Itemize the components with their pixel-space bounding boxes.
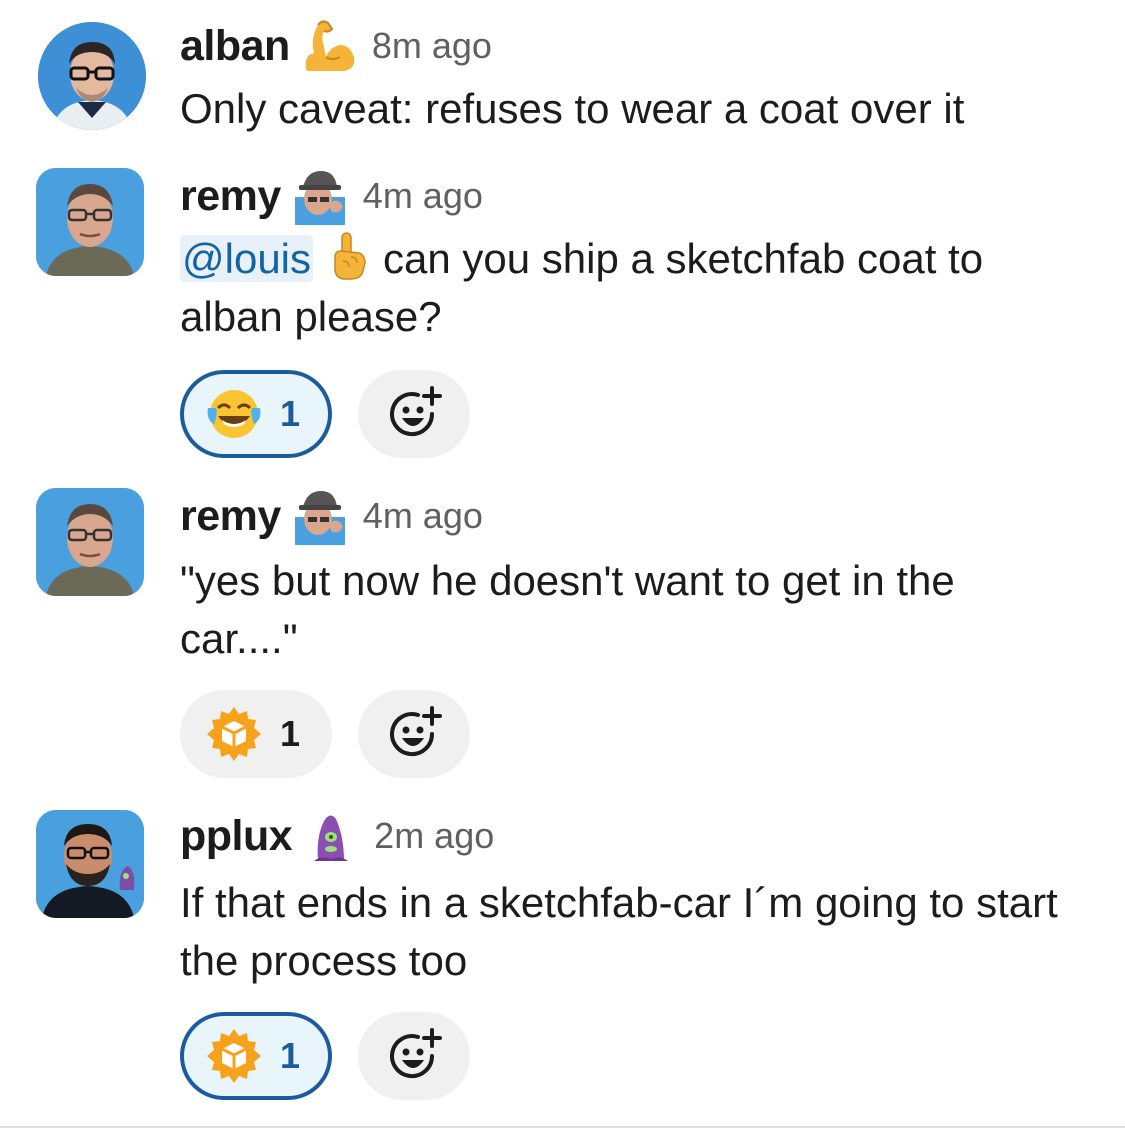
message-header: remy 4m ago — [180, 487, 483, 545]
reaction-sketchfab[interactable]: 1 — [180, 690, 332, 778]
message-text: @louis can you ship a sketchfab coat to … — [180, 230, 1080, 346]
custom-face-icon — [291, 167, 349, 225]
avatar-remy[interactable] — [36, 488, 144, 596]
add-reaction-icon — [390, 386, 442, 437]
custom-face-icon — [291, 487, 349, 545]
avatar-pplux[interactable] — [36, 810, 144, 918]
timestamp[interactable]: 2m ago — [374, 815, 494, 857]
message-text: "yes but now he doesn't want to get in t… — [180, 557, 955, 662]
sketchfab-logo-icon — [204, 704, 264, 764]
reaction-bar: 1 — [180, 690, 470, 778]
reaction-count: 1 — [280, 713, 301, 754]
reaction-joy[interactable]: 1 — [180, 370, 332, 458]
add-reaction-button[interactable] — [358, 370, 470, 458]
flexed-biceps-icon — [300, 17, 358, 75]
username[interactable]: remy — [180, 492, 281, 541]
avatar-remy[interactable] — [36, 168, 144, 276]
timestamp[interactable]: 4m ago — [363, 495, 483, 537]
mention-louis[interactable]: @louis — [180, 235, 314, 282]
message-header: remy 4m ago — [180, 167, 483, 225]
timestamp[interactable]: 4m ago — [363, 175, 483, 217]
add-reaction-icon — [390, 1028, 442, 1079]
reaction-bar: 1 — [180, 370, 470, 458]
message-text: Only caveat: refuses to wear a coat over… — [180, 85, 965, 132]
reaction-count: 1 — [280, 393, 301, 434]
add-reaction-button[interactable] — [358, 690, 470, 778]
username[interactable]: alban — [180, 22, 290, 71]
purple-tentacle-icon — [302, 807, 360, 865]
joy-emoji-icon — [204, 384, 264, 444]
username[interactable]: remy — [180, 172, 281, 221]
reaction-bar: 1 — [180, 1012, 470, 1100]
message-header: pplux 2m ago — [180, 808, 494, 864]
add-reaction-button[interactable] — [358, 1012, 470, 1100]
reaction-sketchfab[interactable]: 1 — [180, 1012, 332, 1100]
avatar-alban[interactable] — [38, 22, 146, 130]
message-text: If that ends in a sketchfab-car I´m goin… — [180, 879, 1058, 984]
add-reaction-icon — [390, 706, 442, 757]
sketchfab-logo-icon — [204, 1026, 264, 1086]
reaction-count: 1 — [280, 1035, 301, 1076]
divider — [0, 1126, 1125, 1128]
username[interactable]: pplux — [180, 812, 293, 861]
timestamp[interactable]: 8m ago — [372, 25, 492, 67]
message-header: alban 8m ago — [180, 18, 492, 74]
point-up-icon — [323, 231, 373, 281]
